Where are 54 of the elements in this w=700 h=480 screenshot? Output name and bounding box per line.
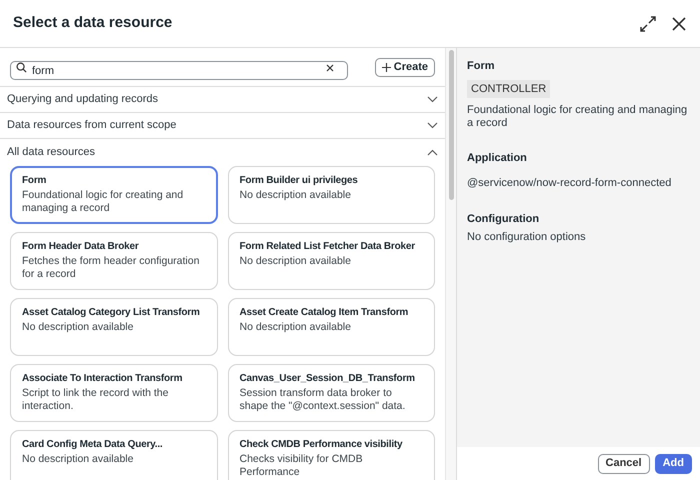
resource-card[interactable]: Form Foundational logic for creating and managing a record xyxy=(10,166,218,224)
card-title: Asset Create Catalog Item Transform xyxy=(240,306,410,320)
plus-icon xyxy=(382,62,391,72)
card-description: Script to link the record with the interaction. xyxy=(22,387,170,413)
accordion-header[interactable]: All data resources xyxy=(0,139,445,165)
cancel-button[interactable]: Cancel xyxy=(598,454,650,474)
section-text: @servicenow/now-record-form-connected xyxy=(467,176,672,190)
dialog-title: Select a data resource xyxy=(13,13,174,34)
resource-card[interactable]: Form Builder ui privileges No description available xyxy=(228,166,435,224)
card-description: Session transform data broker to shape the "@context.session" data. xyxy=(240,387,406,413)
card-title: Associate To Interaction Transform xyxy=(22,372,184,386)
card-description: No description available xyxy=(22,321,134,334)
chevron-down-icon xyxy=(427,122,438,129)
resource-card[interactable]: Form Header Data Broker Fetches the form header configuration for a record xyxy=(10,232,218,290)
expand-icon[interactable] xyxy=(639,14,657,32)
scrollbar[interactable] xyxy=(445,48,456,480)
chevron-down-icon xyxy=(427,96,438,103)
resource-card[interactable]: Check CMDB Performance visibility Checks visibility for CMDB Performance xyxy=(228,430,435,480)
details-description: Foundational logic for creating and managing a record xyxy=(467,104,688,130)
card-description: No description available xyxy=(240,189,352,202)
card-title: Canvas_User_Session_DB_Transform xyxy=(240,372,416,386)
chevron-up-icon xyxy=(427,148,438,156)
card-description: Foundational logic for creating and managing a record xyxy=(22,189,184,215)
resource-card[interactable]: Asset Catalog Category List Transform No description available xyxy=(10,298,218,356)
card-description: No description available xyxy=(240,321,352,334)
resource-card[interactable]: Form Related List Fetcher Data Broker No description available xyxy=(228,232,435,290)
add-button[interactable]: Add xyxy=(654,454,692,474)
details-title: Form xyxy=(467,59,496,74)
section-heading: Configuration xyxy=(467,212,540,227)
card-description: No description available xyxy=(22,453,134,466)
search-field[interactable]: form xyxy=(10,61,348,80)
card-description: Fetches the form header configuration for a record xyxy=(22,255,200,281)
resource-card[interactable]: Card Config Meta Data Query... No description available xyxy=(10,430,218,480)
card-title: Asset Catalog Category List Transform xyxy=(22,306,201,320)
accordion-header[interactable]: Data resources from current scope xyxy=(0,113,445,139)
card-description: No description available xyxy=(240,255,352,268)
card-title: Form Related List Fetcher Data Broker xyxy=(240,240,416,254)
close-icon[interactable] xyxy=(671,16,687,32)
resource-card[interactable]: Asset Create Catalog Item Transform No description available xyxy=(228,298,435,356)
resource-card[interactable]: Canvas_User_Session_DB_Transform Session transform data broker to shape the "@context.session" data. xyxy=(228,364,435,422)
card-title: Form xyxy=(22,174,48,188)
card-title: Card Config Meta Data Query... xyxy=(22,438,164,452)
card-description: Checks visibility for CMDB Performance xyxy=(240,453,364,479)
accordion-header[interactable]: Querying and updating records xyxy=(0,87,445,113)
section-heading: Application xyxy=(467,151,528,166)
resource-card[interactable]: Associate To Interaction Transform Script to link the record with the interaction. xyxy=(10,364,218,422)
type-badge: CONTROLLER xyxy=(467,80,550,98)
card-title: Form Header Data Broker xyxy=(22,240,140,254)
card-title: Form Builder ui privileges xyxy=(240,174,359,188)
section-text: No configuration options xyxy=(467,230,587,244)
search-icon xyxy=(16,62,27,72)
create-button[interactable]: Create xyxy=(374,58,435,76)
card-title: Check CMDB Performance visibility xyxy=(240,438,404,452)
clear-icon[interactable] xyxy=(326,64,334,72)
